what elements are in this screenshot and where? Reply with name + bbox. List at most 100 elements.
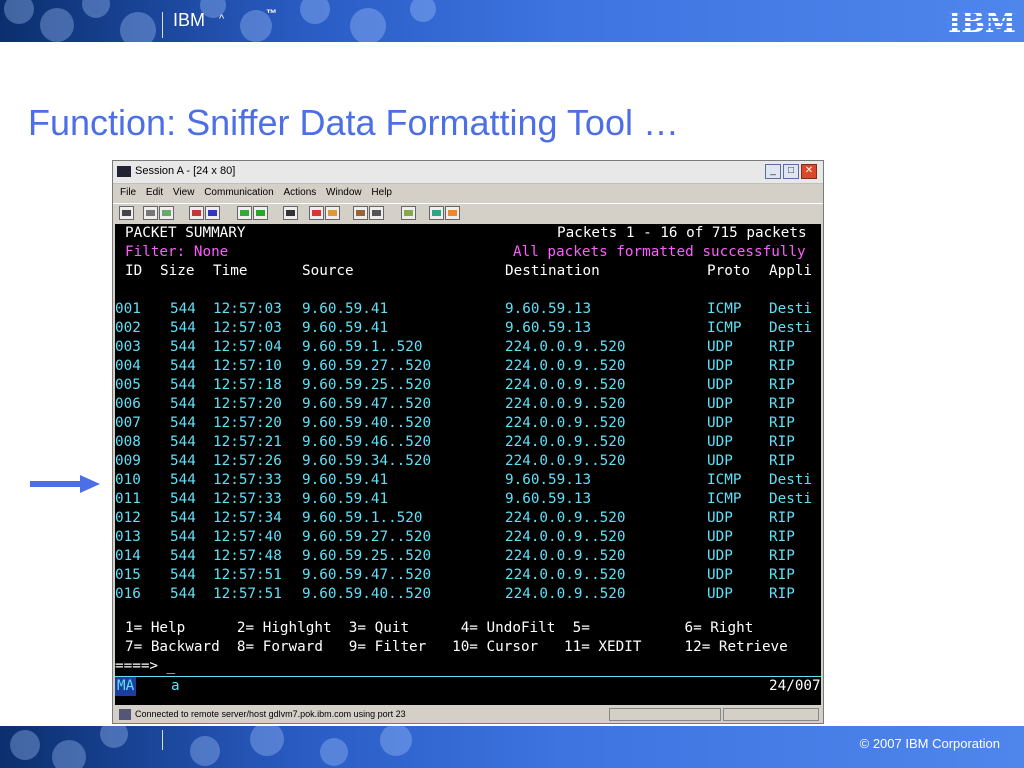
- paste-icon[interactable]: [159, 206, 174, 220]
- header-brand: IBM: [173, 10, 206, 30]
- row-size: 544: [170, 586, 196, 602]
- row-appli: RIP: [769, 434, 795, 450]
- packet-row[interactable]: 010 544 12:57:33 9.60.59.41 9.60.59.13 ICMP De…: [115, 471, 821, 490]
- menu-window[interactable]: Window: [326, 184, 362, 202]
- packet-row[interactable]: 007 544 12:57:20 9.60.59.40..520 224.0.0.9..…: [115, 414, 821, 433]
- column-header-row: ID Size Time Source Destination Proto Ap…: [115, 262, 821, 281]
- row-time: 12:57:03: [213, 301, 282, 317]
- row-destination: 224.0.0.9..520: [505, 586, 626, 602]
- send-file-icon[interactable]: [189, 206, 204, 220]
- macro-list-icon[interactable]: [369, 206, 384, 220]
- row-proto: UDP: [707, 453, 733, 469]
- display-keypad-icon[interactable]: [237, 206, 252, 220]
- row-id: 004: [115, 358, 141, 374]
- row-proto: UDP: [707, 586, 733, 602]
- packet-row[interactable]: 013 544 12:57:40 9.60.59.27..520 224.0.0.9..…: [115, 528, 821, 547]
- row-source: 9.60.59.46..520: [302, 434, 432, 450]
- display-keyboard-icon[interactable]: [253, 206, 268, 220]
- close-button[interactable]: ✕: [801, 164, 817, 179]
- col-time: Time: [213, 263, 248, 279]
- packet-row[interactable]: 016 544 12:57:51 9.60.59.40..520 224.0.0.9..…: [115, 585, 821, 604]
- row-id: 006: [115, 396, 141, 412]
- operator-info-area: MA a 24/007: [115, 677, 821, 696]
- row-destination: 224.0.0.9..520: [505, 510, 626, 526]
- row-id: 001: [115, 301, 141, 317]
- connection-status: Connected to remote server/host gdlvm7.p…: [135, 709, 406, 719]
- row-destination: 224.0.0.9..520: [505, 453, 626, 469]
- row-destination: 9.60.59.13: [505, 472, 592, 488]
- packet-row[interactable]: 008 544 12:57:21 9.60.59.46..520 224.0.0.9..…: [115, 433, 821, 452]
- row-source: 9.60.59.25..520: [302, 377, 432, 393]
- row-source: 9.60.59.41: [302, 301, 389, 317]
- oia-session: a: [171, 678, 180, 694]
- receive-file-icon[interactable]: [205, 206, 220, 220]
- row-destination: 224.0.0.9..520: [505, 415, 626, 431]
- row-id: 011: [115, 491, 141, 507]
- row-appli: Desti: [769, 320, 813, 336]
- packet-row[interactable]: 003 544 12:57:04 9.60.59.1..520 224.0.0.9..5…: [115, 338, 821, 357]
- ibm-logo-icon: IBM: [946, 6, 1018, 36]
- packet-row[interactable]: 015 544 12:57:51 9.60.59.47..520 224.0.0.9..…: [115, 566, 821, 585]
- menu-communication[interactable]: Communication: [204, 184, 273, 202]
- row-source: 9.60.59.41: [302, 491, 389, 507]
- pencil-icon[interactable]: [445, 206, 460, 220]
- row-proto: UDP: [707, 339, 733, 355]
- packet-row[interactable]: 001 544 12:57:03 9.60.59.41 9.60.59.13 ICMP De…: [115, 300, 821, 319]
- copyright: © 2007 IBM Corporation: [859, 736, 1000, 751]
- packet-row[interactable]: 002 544 12:57:03 9.60.59.41 9.60.59.13 ICMP De…: [115, 319, 821, 338]
- packet-row[interactable]: 011 544 12:57:33 9.60.59.41 9.60.59.13 ICMP De…: [115, 490, 821, 509]
- row-proto: UDP: [707, 567, 733, 583]
- row-source: 9.60.59.47..520: [302, 567, 432, 583]
- row-appli: RIP: [769, 510, 795, 526]
- minimize-button[interactable]: _: [765, 164, 781, 179]
- packet-row[interactable]: 006 544 12:57:20 9.60.59.47..520 224.0.0.9..…: [115, 395, 821, 414]
- packet-row[interactable]: 009 544 12:57:26 9.60.59.34..520 224.0.0.9..…: [115, 452, 821, 471]
- window-titlebar[interactable]: Session A - [24 x 80] _ □ ✕: [113, 161, 823, 184]
- row-proto: ICMP: [707, 320, 742, 336]
- row-destination: 224.0.0.9..520: [505, 396, 626, 412]
- play-macro-icon[interactable]: [353, 206, 368, 220]
- header-caret: ^: [219, 13, 225, 25]
- row-destination: 224.0.0.9..520: [505, 358, 626, 374]
- row-destination: 224.0.0.9..520: [505, 529, 626, 545]
- toolbar: [113, 203, 823, 224]
- print-screen-icon[interactable]: [119, 206, 134, 220]
- row-id: 007: [115, 415, 141, 431]
- customize-icon[interactable]: [401, 206, 416, 220]
- packet-row[interactable]: 014 544 12:57:48 9.60.59.25..520 224.0.0.9..…: [115, 547, 821, 566]
- row-proto: UDP: [707, 529, 733, 545]
- header-separator: [162, 12, 163, 38]
- stop-macro-icon[interactable]: [325, 206, 340, 220]
- row-id: 002: [115, 320, 141, 336]
- row-size: 544: [170, 396, 196, 412]
- packet-row[interactable]: 012 544 12:57:34 9.60.59.1..520 224.0.0.9..5…: [115, 509, 821, 528]
- copy-icon[interactable]: [143, 206, 158, 220]
- row-appli: RIP: [769, 415, 795, 431]
- row-proto: UDP: [707, 415, 733, 431]
- status-panel-1: [609, 708, 721, 721]
- packet-row[interactable]: 005 544 12:57:18 9.60.59.25..520 224.0.0.9..…: [115, 376, 821, 395]
- menu-file[interactable]: File: [120, 184, 136, 202]
- row-source: 9.60.59.40..520: [302, 586, 432, 602]
- record-macro-icon[interactable]: [309, 206, 324, 220]
- terminal-screen[interactable]: PACKET SUMMARY Packets 1 - 16 of 715 pac…: [115, 224, 821, 705]
- row-time: 12:57:51: [213, 567, 282, 583]
- slide-footer-band: © 2007 IBM Corporation: [0, 726, 1024, 768]
- menu-actions[interactable]: Actions: [283, 184, 316, 202]
- menu-help[interactable]: Help: [371, 184, 392, 202]
- color-map-icon[interactable]: [283, 206, 298, 220]
- footer-decoration: [0, 726, 470, 768]
- menu-view[interactable]: View: [173, 184, 195, 202]
- row-appli: RIP: [769, 586, 795, 602]
- row-appli: RIP: [769, 396, 795, 412]
- maximize-button[interactable]: □: [783, 164, 799, 179]
- command-prompt[interactable]: ====> _: [115, 657, 175, 676]
- row-size: 544: [170, 491, 196, 507]
- row-destination: 224.0.0.9..520: [505, 548, 626, 564]
- col-source: Source: [302, 263, 354, 279]
- row-source: 9.60.59.27..520: [302, 529, 432, 545]
- row-time: 12:57:20: [213, 415, 282, 431]
- packet-row[interactable]: 004 544 12:57:10 9.60.59.27..520 224.0.0.9..…: [115, 357, 821, 376]
- help-globe-icon[interactable]: [429, 206, 444, 220]
- menu-edit[interactable]: Edit: [146, 184, 163, 202]
